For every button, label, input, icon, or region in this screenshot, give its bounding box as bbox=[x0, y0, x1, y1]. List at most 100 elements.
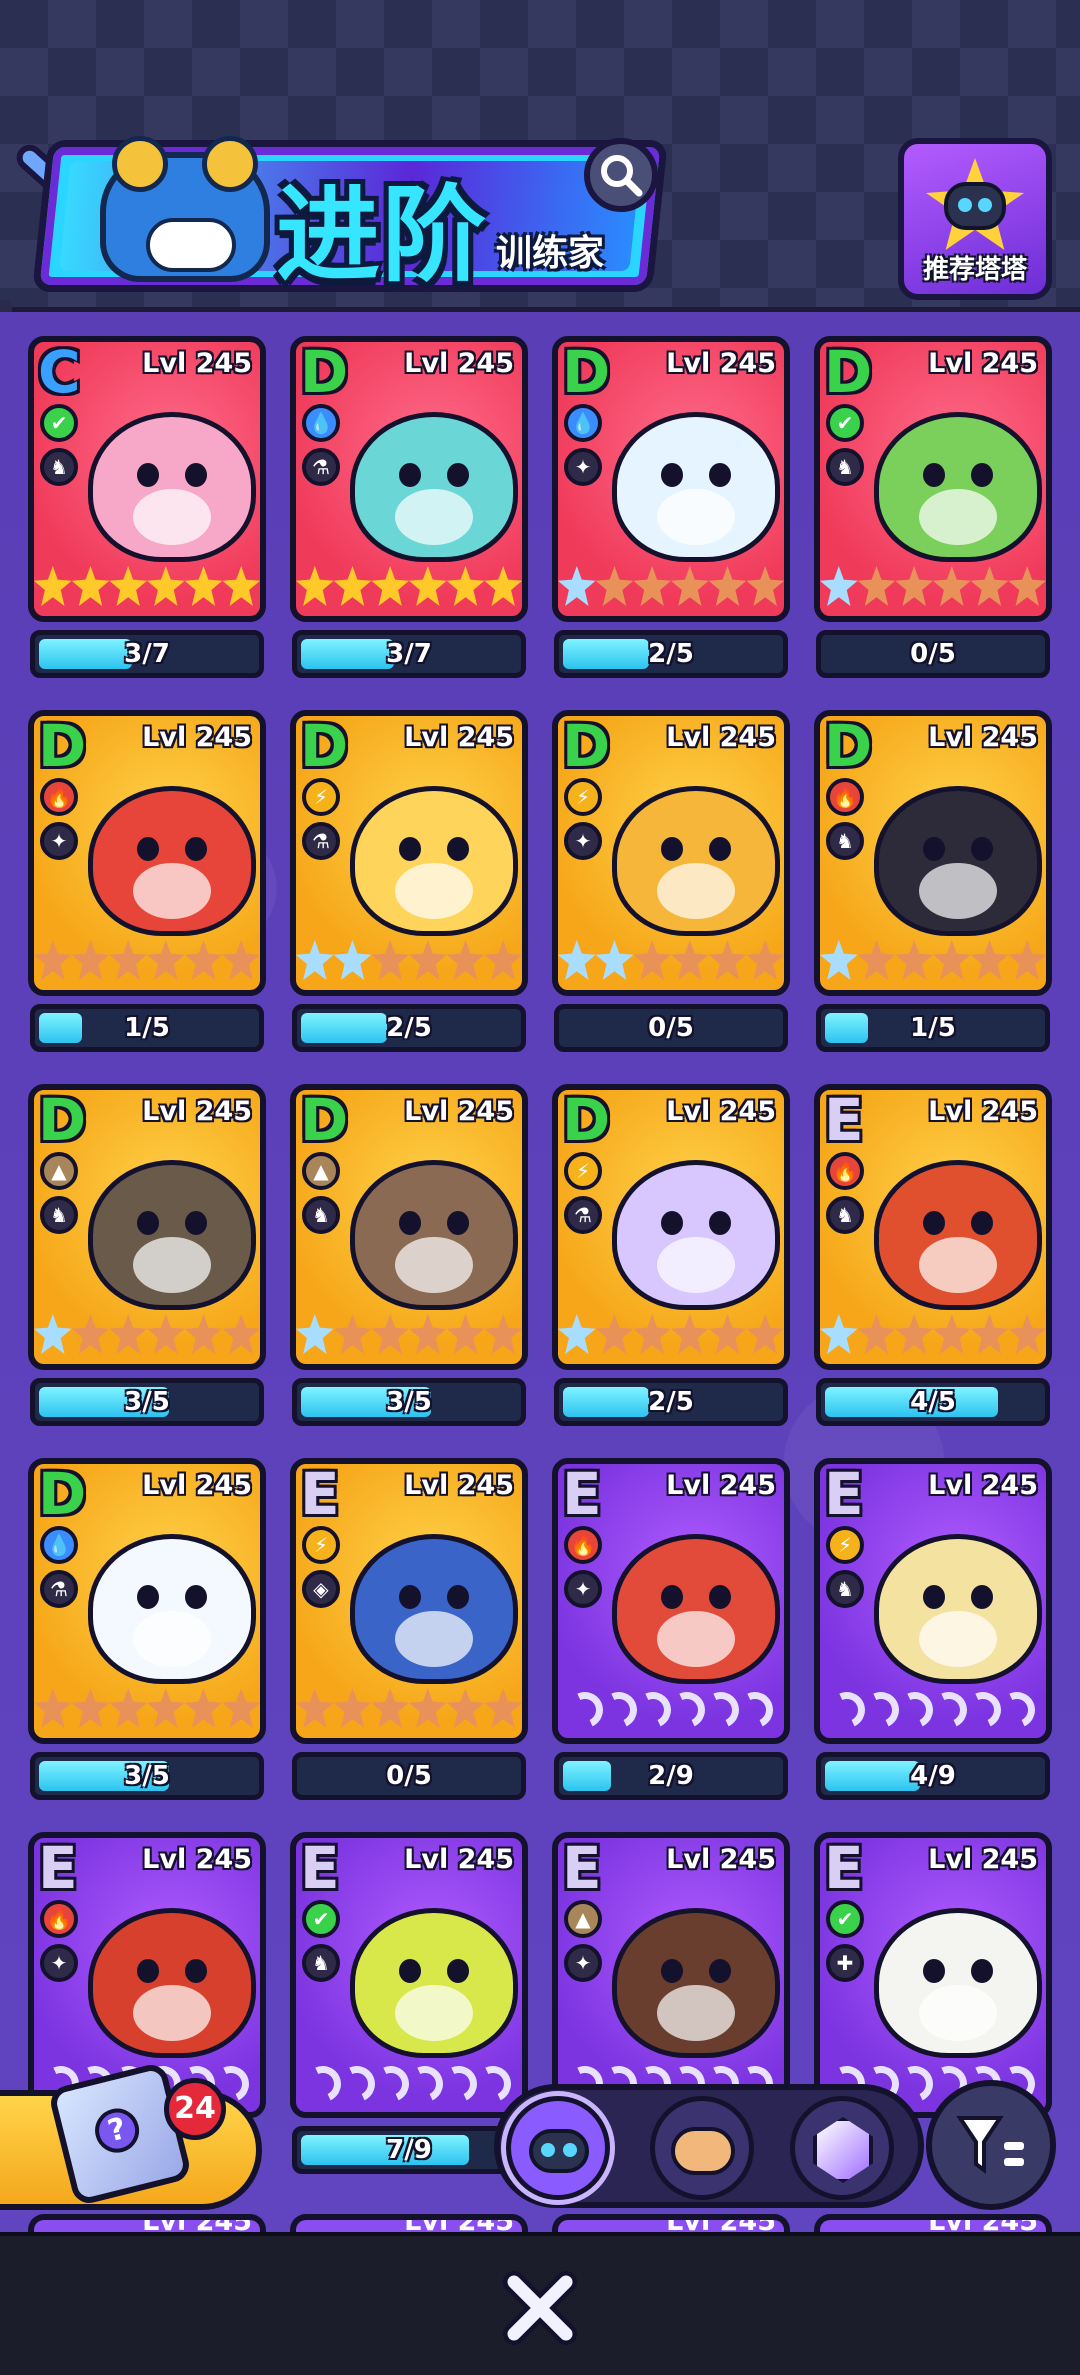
bronze-star-icon bbox=[895, 1314, 933, 1354]
bronze-star-icon bbox=[184, 1688, 223, 1728]
bronze-star-icon bbox=[708, 566, 747, 606]
creature-card[interactable]: E Lvl 245 🔥 ♞ bbox=[814, 1084, 1052, 1370]
creature-card[interactable]: E Lvl 245 ✔ ♞ bbox=[290, 1832, 528, 2118]
creature-card[interactable]: D Lvl 245 ⚡ ⚗ bbox=[290, 710, 528, 996]
upgrade-progress-bar: 4/5 bbox=[816, 1378, 1050, 1426]
bronze-star-icon bbox=[484, 1688, 522, 1728]
level-label: Lvl 245 bbox=[928, 1096, 1038, 1127]
fire-element-icon: 🔥 bbox=[40, 778, 78, 816]
gold-star-icon bbox=[484, 566, 522, 606]
earth-element-icon: ▲ bbox=[302, 1152, 340, 1190]
creature-portrait bbox=[874, 1908, 1042, 2058]
bronze-star-icon bbox=[933, 1314, 971, 1354]
creature-card[interactable]: D Lvl 245 💧 ⚗ bbox=[28, 1458, 266, 1744]
creature-card[interactable]: D Lvl 245 💧 ✦ bbox=[552, 336, 790, 622]
attack-role-icon: ✦ bbox=[564, 448, 602, 486]
grade-letter: C bbox=[38, 338, 81, 406]
creature-portrait bbox=[88, 1160, 256, 1310]
star-rating bbox=[820, 566, 1046, 612]
close-button[interactable] bbox=[500, 2268, 580, 2348]
level-label: Lvl 245 bbox=[666, 348, 776, 379]
creature-card[interactable]: D Lvl 245 ▲ ♞ bbox=[290, 1084, 528, 1370]
electric-element-icon: ⚡ bbox=[564, 1152, 602, 1190]
bronze-star-icon bbox=[109, 1688, 147, 1728]
progress-text: 7/9 bbox=[386, 2135, 432, 2165]
level-label: Lvl 245 bbox=[928, 722, 1038, 753]
creature-card[interactable]: E Lvl 245 ▲ ✦ bbox=[552, 1832, 790, 2118]
creature-card[interactable]: E Lvl 245 🔥 ✦ bbox=[552, 1458, 790, 1744]
creature-card[interactable]: D Lvl 245 🔥 ✦ bbox=[28, 710, 266, 996]
progress-text: 3/7 bbox=[124, 639, 170, 669]
level-label: Lvl 245 bbox=[404, 1096, 514, 1127]
creature-card[interactable]: D Lvl 245 🔥 ♞ bbox=[814, 710, 1052, 996]
bronze-star-icon bbox=[895, 940, 933, 980]
support-role-icon: ♞ bbox=[302, 1944, 340, 1982]
support-role-icon: ♞ bbox=[302, 1196, 340, 1234]
creature-portrait bbox=[874, 786, 1042, 936]
robot-face-icon bbox=[944, 182, 1006, 230]
tab-bun[interactable] bbox=[650, 2096, 754, 2200]
grade-letter: E bbox=[824, 1460, 864, 1528]
creature-card[interactable]: E Lvl 245 ✔ ✚ bbox=[814, 1832, 1052, 2118]
crystal-cat-icon bbox=[813, 2117, 873, 2183]
recommend-tower-button[interactable]: 推荐塔塔 bbox=[898, 138, 1052, 300]
blue-star-icon bbox=[296, 940, 334, 980]
star-rating bbox=[296, 940, 522, 986]
progress-text: 3/7 bbox=[386, 639, 432, 669]
creature-portrait bbox=[350, 786, 518, 936]
potion-role-icon: ⚗ bbox=[302, 448, 340, 486]
creature-card[interactable]: D Lvl 245 ⚡ ⚗ bbox=[552, 1084, 790, 1370]
creature-card[interactable]: D Lvl 245 💧 ⚗ bbox=[290, 336, 528, 622]
electric-element-icon: ⚡ bbox=[564, 778, 602, 816]
tab-crystal[interactable] bbox=[790, 2096, 894, 2200]
creature-portrait bbox=[350, 1908, 518, 2058]
creature-card[interactable]: C Lvl 245 ✔ ♞ bbox=[28, 336, 266, 622]
upgrade-progress-bar: 0/5 bbox=[816, 630, 1050, 678]
bronze-star-icon bbox=[184, 1314, 223, 1354]
electric-element-icon: ⚡ bbox=[826, 1526, 864, 1564]
creature-portrait bbox=[612, 412, 780, 562]
blue-star-icon bbox=[595, 940, 634, 980]
blue-star-icon bbox=[34, 1314, 72, 1354]
progress-text: 4/9 bbox=[910, 1761, 956, 1791]
creature-card[interactable]: D Lvl 245 ✔ ♞ bbox=[814, 336, 1052, 622]
fire-element-icon: 🔥 bbox=[826, 778, 864, 816]
progress-text: 0/5 bbox=[386, 1761, 432, 1791]
creature-portrait bbox=[350, 1160, 518, 1310]
bronze-star-icon bbox=[409, 1688, 447, 1728]
creature-card[interactable]: E Lvl 245 ⚡ ♞ bbox=[814, 1458, 1052, 1744]
creature-portrait bbox=[612, 1908, 780, 2058]
star-rating bbox=[296, 1314, 522, 1360]
level-label: Lvl 245 bbox=[142, 722, 252, 753]
upgrade-progress-bar: 2/5 bbox=[554, 1378, 788, 1426]
potion-role-icon: ⚗ bbox=[40, 1570, 78, 1608]
gold-star-icon bbox=[446, 566, 485, 606]
upgrade-progress-bar: 2/5 bbox=[292, 1004, 526, 1052]
star-rating bbox=[296, 1688, 522, 1734]
creature-card[interactable]: D Lvl 245 ⚡ ✦ bbox=[552, 710, 790, 996]
star-rating bbox=[558, 940, 784, 986]
tab-robot[interactable] bbox=[506, 2096, 610, 2200]
filter-button[interactable] bbox=[926, 2080, 1056, 2210]
wave-icon bbox=[993, 1686, 1041, 1734]
creature-card[interactable]: E Lvl 245 ⚡ ◈ bbox=[290, 1458, 528, 1744]
gold-star-icon bbox=[71, 566, 110, 606]
gold-star-icon bbox=[147, 566, 185, 606]
blue-star-icon bbox=[820, 940, 858, 980]
bronze-star-icon bbox=[857, 566, 896, 606]
support-role-icon: ♞ bbox=[826, 448, 864, 486]
gold-star-icon bbox=[222, 566, 260, 606]
water-element-icon: 💧 bbox=[302, 404, 340, 442]
progress-text: 3/5 bbox=[124, 1387, 170, 1417]
bronze-star-icon bbox=[671, 566, 709, 606]
progress-text: 2/9 bbox=[648, 1761, 694, 1791]
attack-role-icon: ✦ bbox=[40, 1944, 78, 1982]
search-button[interactable] bbox=[584, 138, 658, 212]
level-label: Lvl 245 bbox=[404, 1470, 514, 1501]
level-label: Lvl 245 bbox=[666, 1470, 776, 1501]
bronze-star-icon bbox=[484, 940, 522, 980]
bronze-star-icon bbox=[371, 1314, 409, 1354]
support-role-icon: ♞ bbox=[40, 1196, 78, 1234]
creature-card[interactable]: D Lvl 245 ▲ ♞ bbox=[28, 1084, 266, 1370]
bronze-star-icon bbox=[933, 566, 971, 606]
